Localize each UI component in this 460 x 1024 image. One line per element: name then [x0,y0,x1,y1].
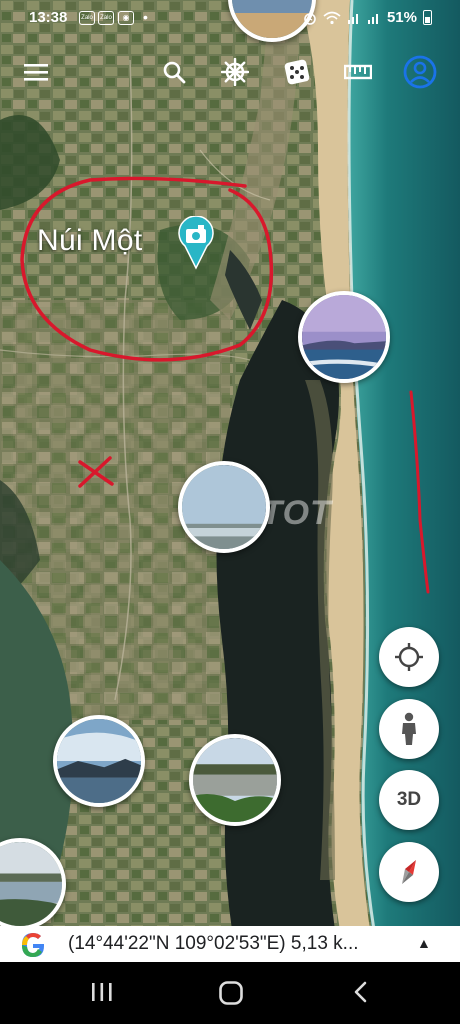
alarm-icon [304,12,316,25]
zalo-icon: Zalo [98,11,114,25]
photo-beach-sunset[interactable] [298,291,390,383]
compass-button[interactable] [379,842,439,902]
location-info-bar[interactable]: (14°44'22"N 109°02'53"E) 5,13 k... ▲ [0,926,460,962]
search-icon[interactable] [156,54,192,90]
street-view-pegman-icon [402,712,416,745]
compass-icon [402,860,416,884]
system-nav-bar [0,962,460,1024]
google-earth-app: 13:38 Zalo Zalo ◉ • 51% Núi Một 3D (14°4… [0,0,460,1024]
photo-pin-icon[interactable] [176,215,216,275]
battery-icon [423,10,432,25]
place-label[interactable]: Núi Một [37,224,142,258]
expand-up-icon[interactable]: ▲ [417,935,431,951]
system-tray: 51% [303,9,432,26]
account-circle-icon[interactable] [402,54,438,90]
battery-percent: 51% [386,9,417,26]
street-view-button[interactable] [379,699,439,759]
3d-label: 3D [396,789,422,810]
google-g-logo [22,933,44,957]
my-location-icon [395,643,423,671]
my-location-button[interactable] [379,627,439,687]
coordinates-text: (14°44'22"N 109°02'53"E) 5,13 k... [68,933,359,954]
ruler-icon[interactable] [340,54,376,90]
recents-icon[interactable] [90,980,114,1004]
dice-icon[interactable] [279,54,315,90]
hamburger-menu-icon[interactable] [18,54,54,90]
top-toolbar [0,40,460,104]
photo-marsh-field[interactable] [189,734,281,826]
photo-mountain-lake[interactable] [53,715,145,807]
home-icon[interactable] [218,980,244,1006]
ship-wheel-icon[interactable] [217,54,253,90]
signal-icon [347,13,358,24]
notification-dot: • [143,9,148,25]
photo-app-icon: ◉ [118,11,134,25]
photo-lagoon-sky[interactable] [178,461,270,553]
wifi-icon [323,11,341,24]
signal-icon [367,13,378,24]
status-time: 13:38 [29,9,68,26]
3d-toggle-button[interactable]: 3D [379,770,439,830]
status-bar: 13:38 Zalo Zalo ◉ • 51% [0,0,460,36]
back-icon[interactable] [350,980,372,1004]
zalo-icon: Zalo [79,11,95,25]
